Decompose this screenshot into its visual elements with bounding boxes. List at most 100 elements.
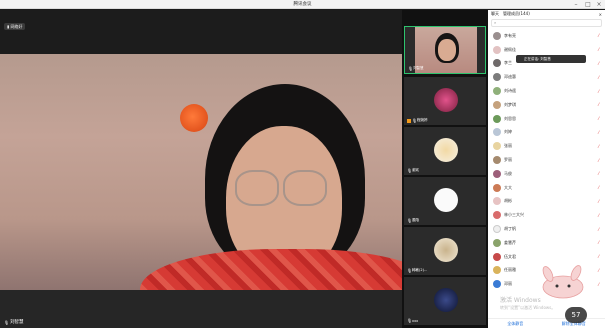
close-icon[interactable]: × xyxy=(593,0,605,9)
thumb-label: 🎙 谢欢 xyxy=(407,168,419,173)
mic-off-icon[interactable]: ⁄ xyxy=(598,185,599,190)
avatar xyxy=(493,114,501,123)
search-icon: ⌕ xyxy=(494,20,497,25)
mic-off-icon[interactable]: ⁄ xyxy=(598,47,599,52)
thumb-label: 🎙 xxx xyxy=(407,318,419,323)
avatar xyxy=(493,31,501,40)
activation-watermark: 激活 Windows xyxy=(500,297,541,304)
avatar xyxy=(493,266,501,275)
member-search-input[interactable]: ⌕ xyxy=(491,19,602,27)
mic-off-icon[interactable]: ⁄ xyxy=(598,213,599,218)
speaker-video xyxy=(0,54,402,290)
avatar xyxy=(493,197,501,206)
list-item[interactable]: 伍文君 ⁄ xyxy=(488,250,605,264)
network-label: 网络好 xyxy=(10,24,23,29)
thumb-3[interactable]: 🎙 墨陌 xyxy=(404,177,486,225)
avatar xyxy=(434,88,458,112)
avatar xyxy=(434,138,458,162)
mic-icon: 🎙 xyxy=(407,268,413,273)
list-item[interactable]: 林小三大兴 ⁄ xyxy=(488,208,605,222)
avatar xyxy=(434,288,458,312)
mic-off-icon[interactable]: ⁄ xyxy=(598,282,599,287)
list-item[interactable]: 胡丁帆 ⁄ xyxy=(488,222,605,236)
avatar xyxy=(493,73,501,82)
mic-off-icon[interactable]: ⁄ xyxy=(598,102,599,107)
avatar xyxy=(493,169,501,178)
mic-off-icon[interactable]: ⁄ xyxy=(598,116,599,121)
network-status[interactable]: ▮ 网络好 xyxy=(4,23,26,30)
member-list: 李有亮 ⁄ 谢佩佳 ⁄ 李兰 ⁄ 邓迪惠 ⁄ 刘诗遥 ⁄ 刘梦琪 ⁄ 刘思思 ⁄ 刘婷 ⁄ 张丽… xyxy=(488,29,605,291)
mic-icon: 🎙 xyxy=(407,318,413,323)
thumb-label: 🎙 墨陌 xyxy=(407,218,419,223)
thumbnail-column: 🎙 刘智慧 🎙 程婉婷 🎙 谢欢 🎙 墨陌 🎙 韩敏(2)... 🎙 xxx xyxy=(402,10,488,328)
window-title: 腾讯会议 xyxy=(293,2,312,7)
thumb-5[interactable]: 🎙 xxx xyxy=(404,277,486,325)
list-item[interactable]: 张丽 ⁄ xyxy=(488,139,605,153)
panel-footer: 全体静音 解除全体静音 xyxy=(488,318,605,328)
list-item[interactable]: 刘思思 ⁄ xyxy=(488,112,605,126)
thumb-2[interactable]: 🎙 谢欢 xyxy=(404,127,486,175)
meeting-window: 腾讯会议 – □ × ▮ 网络好 🎙 刘智慧 🎙 刘智慧 🎙 程婉婷 🎙 谢欢 … xyxy=(0,0,605,328)
float-clock[interactable]: 57 xyxy=(565,307,587,323)
thumb-label: 🎙 刘智慧 xyxy=(408,66,424,71)
speaker-shirt xyxy=(140,249,402,290)
list-item[interactable]: 邓迪惠 ⁄ xyxy=(488,70,605,84)
signal-icon: ▮ xyxy=(7,24,10,29)
avatar xyxy=(493,252,501,261)
thumb-1[interactable]: 🎙 程婉婷 xyxy=(404,77,486,125)
avatar xyxy=(493,238,501,247)
avatar xyxy=(434,188,458,212)
mic-icon: 🎙 xyxy=(407,168,413,173)
desktop-pet-icon[interactable] xyxy=(538,265,588,299)
mic-off-icon[interactable]: ⁄ xyxy=(598,89,599,94)
mic-off-icon[interactable]: ⁄ xyxy=(598,268,599,273)
avatar xyxy=(493,280,501,289)
mic-off-icon[interactable]: ⁄ xyxy=(598,240,599,245)
mic-icon: 🎙 xyxy=(4,319,10,325)
list-item[interactable]: 胡彬 ⁄ xyxy=(488,195,605,209)
mic-off-icon[interactable]: ⁄ xyxy=(598,75,599,80)
list-item[interactable]: 刘婷 ⁄ xyxy=(488,126,605,140)
minimize-icon[interactable]: – xyxy=(570,0,582,9)
avatar xyxy=(493,211,501,220)
speaking-popup: 正在讲话: 刘智慧 xyxy=(516,55,586,63)
thumb-label: 🎙 韩敏(2)... xyxy=(407,268,428,273)
avatar xyxy=(434,238,458,262)
mute-all-button[interactable]: 全体静音 xyxy=(507,321,523,327)
thumb-label: 🎙 程婉婷 xyxy=(407,118,428,123)
avatar xyxy=(493,87,501,96)
avatar xyxy=(493,100,501,109)
tab-members[interactable]: 管理成员(144) xyxy=(503,11,530,17)
list-item[interactable]: 姜慧芹 ⁄ xyxy=(488,236,605,250)
tab-chat[interactable]: 聊天 xyxy=(491,11,499,17)
avatar xyxy=(493,156,501,165)
thumb-face xyxy=(438,39,456,61)
list-item[interactable]: 大大 ⁄ xyxy=(488,181,605,195)
list-item[interactable]: 刘诗遥 ⁄ xyxy=(488,84,605,98)
mic-icon: 🎙 xyxy=(408,66,414,71)
avatar xyxy=(493,183,501,192)
mic-off-icon[interactable]: ⁄ xyxy=(598,130,599,135)
mic-off-icon[interactable]: ⁄ xyxy=(598,144,599,149)
list-item[interactable]: 刘梦琪 ⁄ xyxy=(488,98,605,112)
glasses-right xyxy=(283,170,327,206)
mic-off-icon[interactable]: ⁄ xyxy=(598,33,599,38)
mic-off-icon[interactable]: ⁄ xyxy=(598,158,599,163)
main-video: ▮ 网络好 🎙 刘智慧 xyxy=(0,10,402,328)
avatar xyxy=(493,59,501,68)
mic-icon: 🎙 xyxy=(407,218,413,223)
thumb-0[interactable]: 🎙 刘智慧 xyxy=(404,26,486,74)
list-item[interactable]: 李有亮 ⁄ xyxy=(488,29,605,43)
thumb-4[interactable]: 🎙 韩敏(2)... xyxy=(404,227,486,275)
mic-off-icon[interactable]: ⁄ xyxy=(598,171,599,176)
main-video-bottom xyxy=(0,290,402,328)
mic-off-icon[interactable]: ⁄ xyxy=(598,254,599,259)
mic-off-icon[interactable]: ⁄ xyxy=(598,61,599,66)
close-panel-icon[interactable]: × xyxy=(599,12,602,17)
avatar xyxy=(493,142,501,151)
mic-off-icon[interactable]: ⁄ xyxy=(598,199,599,204)
list-item[interactable]: 马俊 ⁄ xyxy=(488,167,605,181)
host-icon xyxy=(407,118,411,123)
list-item[interactable]: 罗丽 ⁄ xyxy=(488,153,605,167)
mic-off-icon[interactable]: ⁄ xyxy=(598,227,599,232)
